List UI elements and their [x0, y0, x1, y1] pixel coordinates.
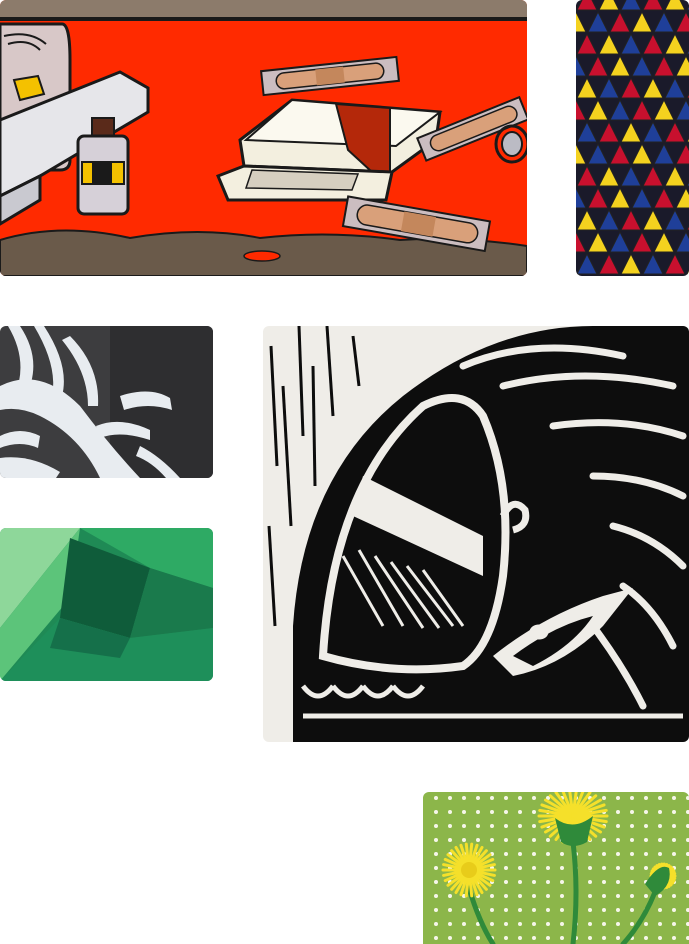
first-aid-illustration-image: [0, 0, 527, 276]
linocut-bird-image: [263, 326, 689, 742]
papercut-leaves-tile[interactable]: [0, 326, 213, 478]
first-aid-illustration-tile[interactable]: [0, 0, 527, 276]
dandelion-embroidery-tile[interactable]: [423, 792, 689, 944]
green-quilt-tile[interactable]: [0, 528, 213, 681]
dandelion-embroidery-image: [423, 792, 689, 944]
crochet-stitch-image: [576, 0, 689, 276]
linocut-bird-tile[interactable]: [263, 326, 689, 742]
green-quilt-image: [0, 528, 213, 681]
crochet-stitch-tile[interactable]: [576, 0, 689, 276]
papercut-leaves-image: [0, 326, 213, 478]
